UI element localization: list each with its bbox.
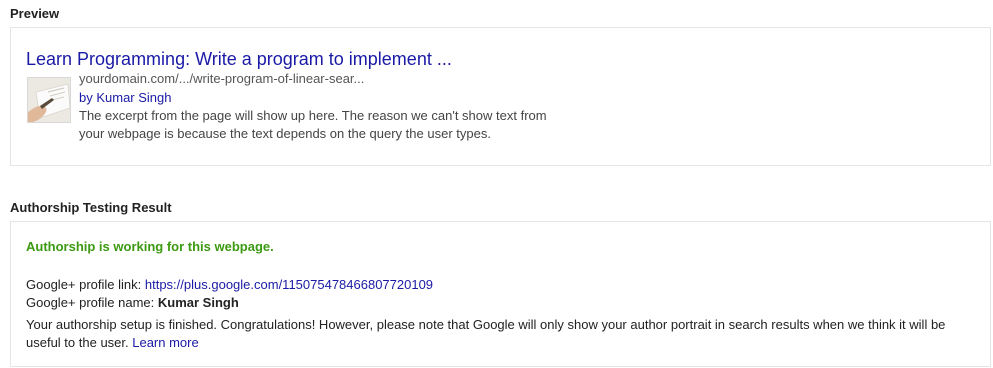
profile-link-label: Google+ profile link:	[26, 277, 145, 292]
result-heading: Authorship Testing Result	[10, 200, 172, 215]
profile-link[interactable]: https://plus.google.com/1150754784668077…	[145, 277, 433, 292]
preview-box: Learn Programming: Write a program to im…	[10, 27, 991, 166]
profile-name: Kumar Singh	[157, 295, 239, 310]
info-message-line-2: useful to the user. Learn more	[26, 334, 199, 352]
profile-name-row: Google+ profile name: Kumar Singh	[26, 294, 239, 312]
author-byline-link[interactable]: by Kumar Singh	[79, 89, 172, 107]
preview-url: yourdomain.com/.../write-program-of-line…	[79, 71, 365, 86]
result-box: Authorship is working for this webpage. …	[10, 221, 991, 367]
preview-excerpt-line-2: your webpage is because the text depends…	[79, 126, 491, 141]
document-hand-icon	[27, 77, 71, 123]
status-message: Authorship is working for this webpage.	[26, 239, 274, 254]
preview-excerpt-line-1: The excerpt from the page will show up h…	[79, 108, 547, 123]
learn-more-link[interactable]: Learn more	[132, 335, 198, 350]
info-message-text: useful to the user.	[26, 335, 133, 350]
profile-link-row: Google+ profile link: https://plus.googl…	[26, 276, 433, 294]
info-message-line-1: Your authorship setup is finished. Congr…	[26, 317, 946, 332]
profile-name-label: Google+ profile name:	[26, 295, 158, 310]
preview-title-link[interactable]: Learn Programming: Write a program to im…	[26, 48, 452, 70]
preview-heading: Preview	[10, 6, 60, 21]
